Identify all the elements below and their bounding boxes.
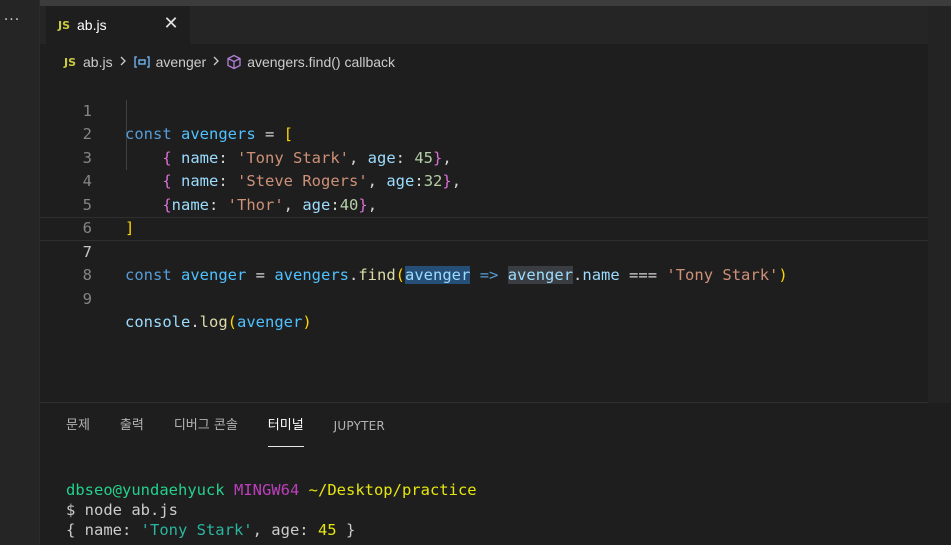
tab-output[interactable]: 출력 xyxy=(120,415,144,441)
chevron-right-icon xyxy=(119,55,127,69)
terminal-output[interactable]: dbseo@yundaehyuck MINGW64 ~/Desktop/prac… xyxy=(66,480,477,540)
code-line: 5 ] xyxy=(40,170,928,238)
breadcrumb-file[interactable]: ab.js xyxy=(83,54,113,70)
code-line: 2 { name: 'Tony Stark', age: 45}, xyxy=(40,100,928,167)
vscode-window: ··· JS ab.js ✕ JS ab.js avenger avengers… xyxy=(0,0,951,545)
breadcrumb: JS ab.js avenger avengers.find() callbac… xyxy=(64,52,395,72)
terminal-env: MINGW64 xyxy=(233,481,300,499)
editor-tab-bar: JS ab.js ✕ xyxy=(40,6,928,44)
code-line: 3 { name: 'Steve Rogers', age:32}, xyxy=(40,123,928,191)
line-number: 9 xyxy=(82,289,92,308)
javascript-file-icon: JS xyxy=(64,55,77,69)
breadcrumb-symbol-avenger[interactable]: avenger xyxy=(156,54,207,70)
panel-tab-bar: 문제 출력 디버그 콘솔 터미널 JUPYTER xyxy=(66,415,415,447)
code-line: 1 const avengers = [ xyxy=(40,76,928,144)
tab-label: ab.js xyxy=(77,17,107,33)
terminal-command: $ node ab.js xyxy=(66,501,178,519)
close-icon[interactable]: ✕ xyxy=(162,15,180,33)
code-line: 6 xyxy=(40,194,928,237)
tab-jupyter[interactable]: JUPYTER xyxy=(334,415,385,441)
vertical-scrollbar[interactable] xyxy=(928,6,951,545)
tab-terminal[interactable]: 터미널 xyxy=(267,415,304,447)
code-text: console.log(avenger) xyxy=(125,313,312,331)
javascript-file-icon: JS xyxy=(58,18,71,32)
variable-icon xyxy=(133,55,151,69)
bottom-panel: 문제 출력 디버그 콘솔 터미널 JUPYTER dbseo@yundaehyu… xyxy=(40,403,928,545)
code-line-active: 7 const avenger = avengers.find(avenger … xyxy=(40,217,928,284)
code-line: 9 console.log(avenger) xyxy=(40,264,928,332)
breadcrumb-symbol-callback[interactable]: avengers.find() callback xyxy=(247,54,395,70)
chevron-right-icon xyxy=(212,55,220,69)
terminal-result: { name: 'Tony Stark', age: 45 } xyxy=(66,521,356,539)
code-line: 8 xyxy=(40,241,928,284)
terminal-user-host: dbseo@yundaehyuck xyxy=(66,481,225,499)
terminal-path: ~/Desktop/practice xyxy=(308,481,477,499)
code-editor[interactable]: 1 const avengers = [ 2 { name: 'Tony Sta… xyxy=(40,76,928,402)
tab-ab-js[interactable]: JS ab.js ✕ xyxy=(46,6,190,44)
tab-problems[interactable]: 문제 xyxy=(66,415,90,441)
code-line: 4 {name: 'Thor', age:40}, xyxy=(40,147,928,214)
tab-debug-console[interactable]: 디버그 콘솔 xyxy=(174,415,238,441)
method-cube-icon xyxy=(226,54,242,70)
scrollbar-track xyxy=(928,6,951,403)
more-actions-icon[interactable]: ··· xyxy=(0,12,24,28)
activity-bar: ··· xyxy=(0,0,40,545)
